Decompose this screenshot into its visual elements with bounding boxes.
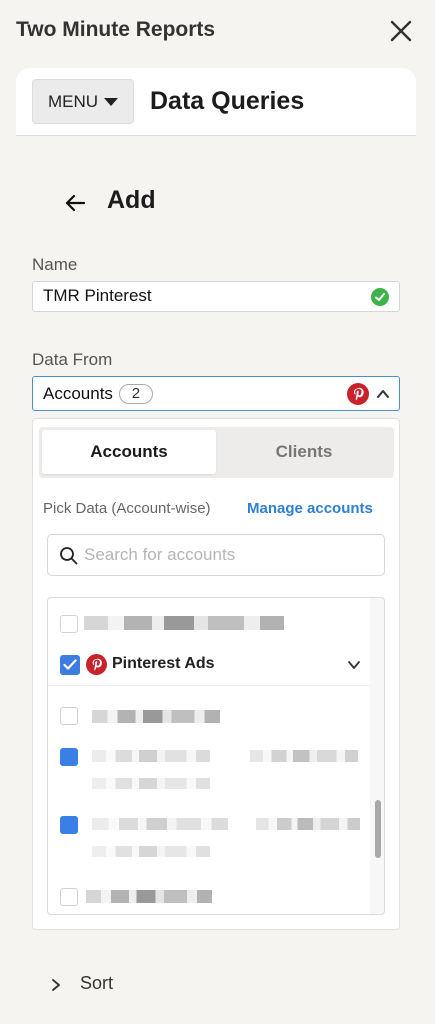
data-from-value: Accounts xyxy=(43,383,113,403)
accounts-list: Pinterest Ads xyxy=(47,597,385,915)
scrollbar-thumb[interactable] xyxy=(375,800,381,858)
menu-button-label: MENU xyxy=(47,91,99,111)
close-icon xyxy=(390,20,412,42)
sort-label: Sort xyxy=(80,973,114,993)
scrollbar[interactable] xyxy=(370,598,384,914)
obscured-account-row xyxy=(84,616,284,630)
close-button[interactable] xyxy=(388,18,414,44)
group-checkbox[interactable] xyxy=(60,655,80,675)
account-checkbox[interactable] xyxy=(60,816,78,834)
section-title: Add xyxy=(107,186,156,214)
chevron-up-icon[interactable] xyxy=(375,386,391,402)
account-checkbox[interactable] xyxy=(60,748,78,766)
search-icon xyxy=(60,547,78,565)
data-from-label: Data From xyxy=(32,350,113,369)
chevron-right-icon xyxy=(52,979,60,991)
obscured-account-row xyxy=(92,710,220,723)
obscured-account-row xyxy=(92,778,210,789)
name-field[interactable]: TMR Pinterest xyxy=(32,281,400,312)
obscured-account-row xyxy=(92,846,210,857)
group-label: Pinterest Ads xyxy=(112,655,215,672)
tab-clients[interactable]: Clients xyxy=(217,430,391,474)
account-search xyxy=(47,534,385,576)
back-button[interactable] xyxy=(64,192,86,214)
sort-section[interactable]: Sort xyxy=(32,958,400,998)
manage-accounts-link[interactable]: Manage accounts xyxy=(247,500,373,517)
account-checkbox[interactable] xyxy=(60,707,78,725)
title-bar: Two Minute Reports xyxy=(0,0,435,62)
app-title: Two Minute Reports xyxy=(16,18,216,41)
chevron-down-icon[interactable] xyxy=(346,657,362,673)
tab-accounts[interactable]: Accounts xyxy=(42,430,216,474)
pinterest-icon xyxy=(347,383,369,405)
accounts-panel: Accounts Clients Pick Data (Account-wise… xyxy=(32,418,400,930)
obscured-account-row xyxy=(250,750,358,762)
obscured-account-row xyxy=(256,818,360,830)
name-label: Name xyxy=(32,255,78,274)
tab-bar: Accounts Clients xyxy=(39,427,394,478)
pick-data-label: Pick Data (Account-wise) xyxy=(43,500,211,517)
obscured-account-row xyxy=(92,818,228,830)
name-field-value: TMR Pinterest xyxy=(43,286,152,305)
account-checkbox[interactable] xyxy=(60,615,78,633)
check-circle-icon xyxy=(371,288,389,306)
arrow-left-icon xyxy=(65,194,86,212)
obscured-account-row xyxy=(86,890,212,903)
account-checkbox[interactable] xyxy=(60,888,78,906)
main-card: MENU Data Queries Add Name TMR Pinterest… xyxy=(16,68,416,1024)
page-title: Data Queries xyxy=(150,87,305,115)
obscured-account-row xyxy=(92,750,210,762)
search-input[interactable] xyxy=(84,543,374,567)
count-badge: 2 xyxy=(118,383,153,404)
caret-down-icon xyxy=(104,97,119,106)
account-group-row[interactable]: Pinterest Ads xyxy=(48,643,370,686)
card-header: MENU Data Queries xyxy=(16,68,416,136)
data-from-select[interactable]: Accounts 2 xyxy=(32,376,400,411)
menu-button[interactable]: MENU xyxy=(32,79,134,124)
pinterest-icon xyxy=(86,654,107,675)
